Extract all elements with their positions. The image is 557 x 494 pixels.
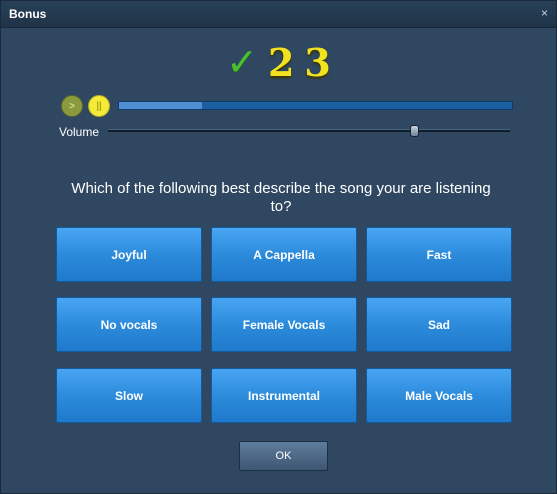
answer-button-instrumental[interactable]: Instrumental [211, 368, 357, 423]
question-text: Which of the following best describe the… [71, 180, 491, 215]
answer-button-joyful[interactable]: Joyful [56, 227, 202, 282]
checkmark-icon: ✓ [226, 40, 258, 84]
score-display: ✓ 2 3 [1, 37, 556, 87]
play-button[interactable]: > [61, 95, 83, 117]
answer-button-slow[interactable]: Slow [56, 368, 202, 423]
volume-slider-track[interactable] [108, 129, 510, 132]
volume-slider-handle[interactable] [409, 125, 419, 137]
bonus-dialog: Bonus × ✓ 2 3 > || Volume Which of the f… [0, 0, 557, 494]
volume-label: Volume [59, 125, 100, 139]
score-number-one: 2 [267, 39, 295, 85]
dialog-title: Bonus [9, 7, 47, 21]
close-icon[interactable]: × [541, 6, 548, 20]
answer-button-a-cappella[interactable]: A Cappella [211, 227, 357, 282]
title-bar: Bonus × [1, 1, 556, 28]
ok-button[interactable]: OK [239, 441, 328, 471]
answer-button-fast[interactable]: Fast [366, 227, 512, 282]
answer-button-sad[interactable]: Sad [366, 297, 512, 352]
answer-button-male-vocals[interactable]: Male Vocals [366, 368, 512, 423]
play-icon: > [69, 100, 75, 112]
song-progress-bar[interactable] [118, 101, 513, 110]
pause-button[interactable]: || [88, 95, 110, 117]
answer-button-female-vocals[interactable]: Female Vocals [211, 297, 357, 352]
pause-icon: || [96, 100, 102, 112]
score-number-two: 3 [304, 39, 331, 85]
song-progress-fill [119, 102, 202, 109]
answer-button-no-vocals[interactable]: No vocals [56, 297, 202, 352]
